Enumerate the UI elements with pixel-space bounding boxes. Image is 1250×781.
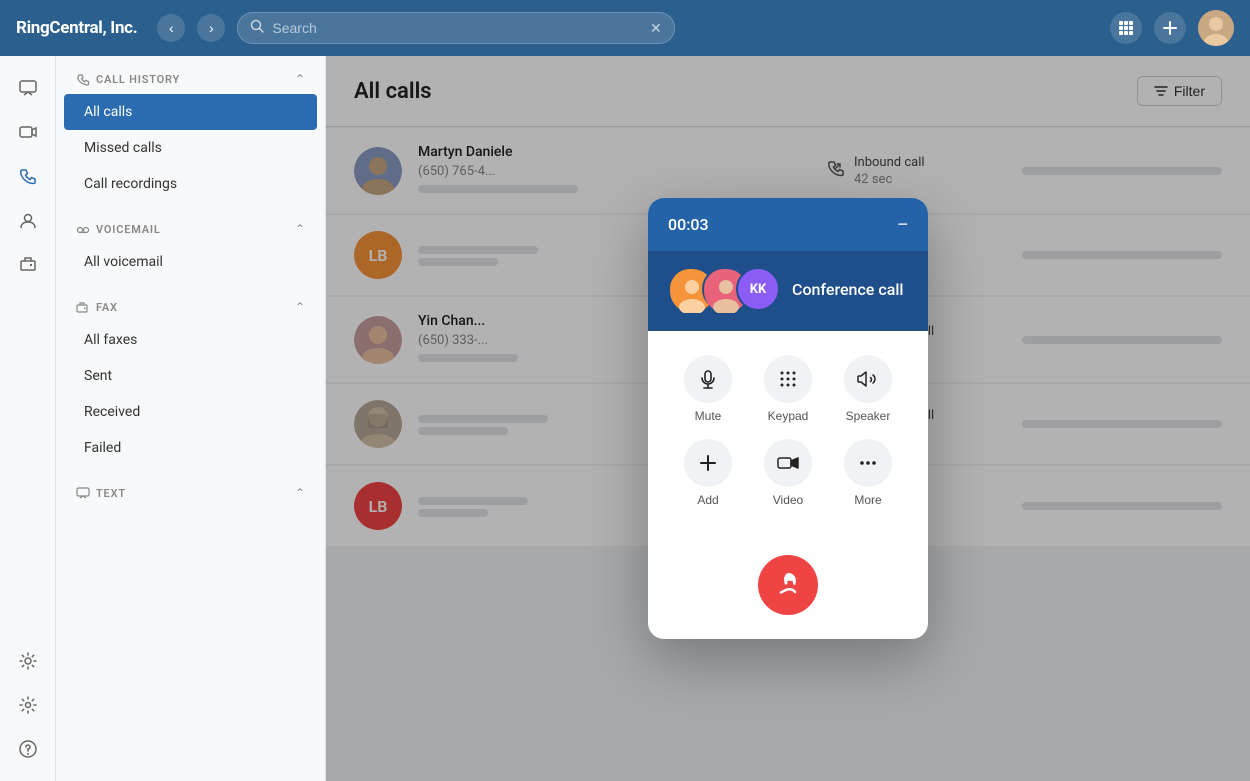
chevron-down-icon: ⌃ bbox=[295, 486, 305, 500]
nav-section-fax: FAX ⌃ All faxes Sent Received Failed bbox=[56, 284, 325, 466]
nav-item-all-faxes[interactable]: All faxes bbox=[64, 322, 317, 358]
icon-sidebar bbox=[0, 56, 56, 781]
nav-item-call-recordings[interactable]: Call recordings bbox=[64, 166, 317, 202]
sidebar-icon-message[interactable] bbox=[8, 68, 48, 108]
sidebar-icon-video[interactable] bbox=[8, 112, 48, 152]
chevron-down-icon: ⌃ bbox=[295, 300, 305, 314]
nav-item-all-voicemail[interactable]: All voicemail bbox=[64, 244, 317, 280]
mute-label: Mute bbox=[695, 409, 722, 423]
sidebar-icon-fax[interactable] bbox=[8, 244, 48, 284]
nav-section-header-fax[interactable]: FAX ⌃ bbox=[56, 284, 325, 322]
conference-avatars: KK bbox=[668, 267, 780, 311]
search-clear-button[interactable]: ✕ bbox=[650, 20, 662, 37]
grid-menu-button[interactable] bbox=[1110, 12, 1142, 44]
end-call-section bbox=[648, 543, 928, 639]
chevron-down-icon: ⌃ bbox=[295, 72, 305, 86]
nav-section-header-call-history[interactable]: CALL HISTORY ⌃ bbox=[56, 56, 325, 94]
sidebar-icon-help[interactable] bbox=[8, 729, 48, 769]
add-label: Add bbox=[697, 493, 718, 507]
video-icon bbox=[764, 439, 812, 487]
participant-avatar-3: KK bbox=[736, 267, 780, 311]
conference-label: Conference call bbox=[792, 280, 903, 299]
chevron-down-icon: ⌃ bbox=[295, 222, 305, 236]
keypad-label: Keypad bbox=[768, 409, 809, 423]
controls-row-2: Add Video bbox=[668, 439, 908, 507]
nav-item-missed-calls[interactable]: Missed calls bbox=[64, 130, 317, 166]
video-label: Video bbox=[773, 493, 803, 507]
nav-section-call-history: CALL HISTORY ⌃ All calls Missed calls Ca… bbox=[56, 56, 325, 202]
search-input[interactable] bbox=[272, 20, 642, 36]
speaker-button[interactable]: Speaker bbox=[844, 355, 892, 423]
topbar: RingCentral, Inc. ‹ › ✕ bbox=[0, 0, 1250, 56]
nav-sidebar: CALL HISTORY ⌃ All calls Missed calls Ca… bbox=[56, 56, 326, 781]
add-icon bbox=[684, 439, 732, 487]
nav-section-voicemail: VOICEMAIL ⌃ All voicemail bbox=[56, 206, 325, 280]
sidebar-icon-extensions[interactable] bbox=[8, 641, 48, 681]
mute-icon bbox=[684, 355, 732, 403]
call-controls: Mute Keypad bbox=[648, 331, 928, 543]
controls-row-1: Mute Keypad bbox=[668, 355, 908, 423]
keypad-icon bbox=[764, 355, 812, 403]
more-button[interactable]: More bbox=[844, 439, 892, 507]
add-button[interactable] bbox=[1154, 12, 1186, 44]
call-modal-header: 00:03 − bbox=[648, 198, 928, 251]
nav-item-failed[interactable]: Failed bbox=[64, 430, 317, 466]
app-logo: RingCentral, Inc. bbox=[16, 18, 137, 38]
conference-section: KK Conference call bbox=[648, 251, 928, 331]
end-call-button[interactable] bbox=[758, 555, 818, 615]
mute-button[interactable]: Mute bbox=[684, 355, 732, 423]
keypad-button[interactable]: Keypad bbox=[764, 355, 812, 423]
video-button[interactable]: Video bbox=[764, 439, 812, 507]
search-icon bbox=[250, 19, 264, 37]
sidebar-icon-phone[interactable] bbox=[8, 156, 48, 196]
forward-button[interactable]: › bbox=[197, 14, 225, 42]
speaker-icon bbox=[844, 355, 892, 403]
nav-section-header-voicemail[interactable]: VOICEMAIL ⌃ bbox=[56, 206, 325, 244]
call-modal: 00:03 − KK Conference call bbox=[648, 198, 928, 639]
modal-overlay: 00:03 − KK Conference call bbox=[326, 56, 1250, 781]
nav-item-received[interactable]: Received bbox=[64, 394, 317, 430]
content-area: All calls Filter Martyn Daniele (650) 76… bbox=[326, 56, 1250, 781]
sidebar-icon-settings[interactable] bbox=[8, 685, 48, 725]
nav-item-sent[interactable]: Sent bbox=[64, 358, 317, 394]
user-avatar[interactable] bbox=[1198, 10, 1234, 46]
search-bar: ✕ bbox=[237, 12, 674, 44]
more-icon bbox=[844, 439, 892, 487]
speaker-label: Speaker bbox=[846, 409, 891, 423]
main-layout: CALL HISTORY ⌃ All calls Missed calls Ca… bbox=[0, 56, 1250, 781]
more-label: More bbox=[854, 493, 881, 507]
add-button[interactable]: Add bbox=[684, 439, 732, 507]
minimize-button[interactable]: − bbox=[897, 214, 908, 235]
sidebar-icon-contacts[interactable] bbox=[8, 200, 48, 240]
back-button[interactable]: ‹ bbox=[157, 14, 185, 42]
nav-section-header-text[interactable]: TEXT ⌃ bbox=[56, 470, 325, 508]
nav-section-text: TEXT ⌃ bbox=[56, 470, 325, 508]
nav-item-all-calls[interactable]: All calls bbox=[64, 94, 317, 130]
call-timer: 00:03 bbox=[668, 215, 709, 234]
sidebar-bottom-icons bbox=[8, 641, 48, 769]
